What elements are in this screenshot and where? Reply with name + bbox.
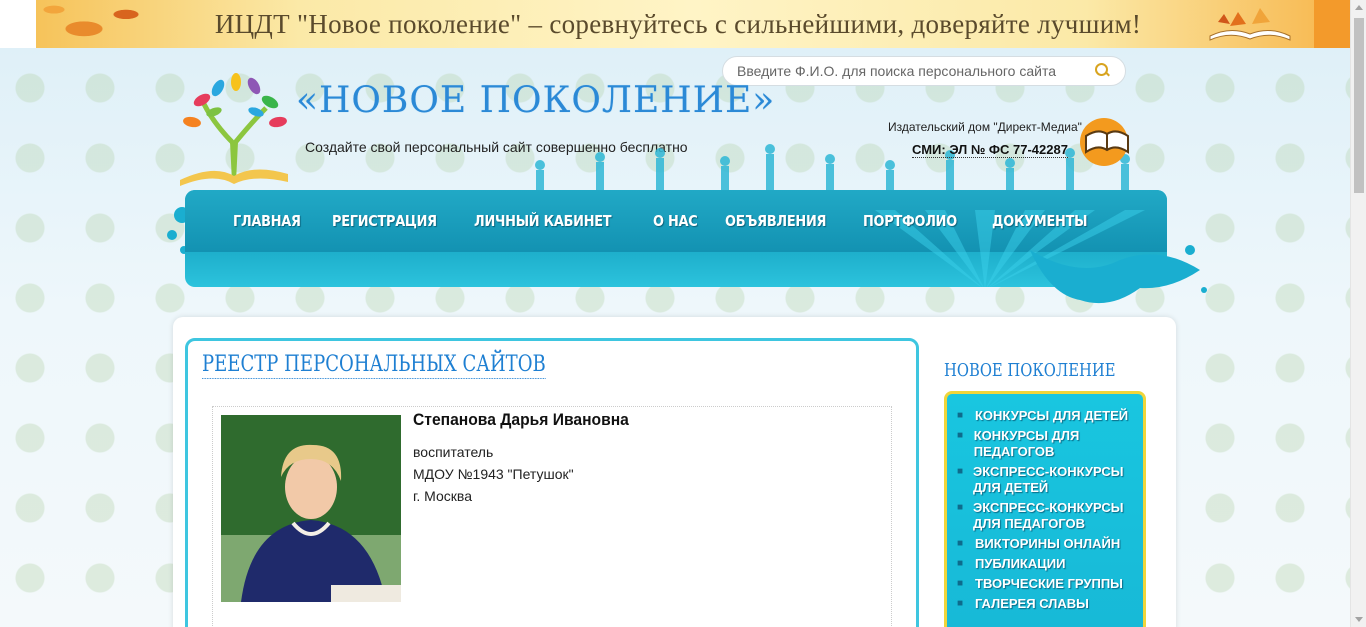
sidebar-item-hall-of-fame[interactable]: ■ Галерея славы <box>957 596 1133 612</box>
nav-item-announcements[interactable]: Объявления <box>725 212 826 230</box>
sidebar-item-label: Викторины онлайн <box>975 536 1121 551</box>
nav-item-about[interactable]: О нас <box>653 212 698 230</box>
autumn-leaves-decoration <box>36 0 156 48</box>
sidebar-item-creative-groups[interactable]: ■ Творческие группы <box>957 576 1133 592</box>
bullet-icon: ■ <box>957 466 964 477</box>
page-title: РЕЕСТР ПЕРСОНАЛЬНЫХ САЙТОВ <box>202 352 546 379</box>
profile-photo[interactable] <box>221 415 401 602</box>
scroll-up-arrow-icon[interactable] <box>1355 5 1363 10</box>
banner-text: ИЦДТ "Новое поколение" – соревнуйтесь с … <box>214 8 1142 39</box>
sidebar-item-label: Публикации <box>975 556 1066 571</box>
site-title[interactable]: «НОВОЕ ПОКОЛЕНИЕ» <box>296 80 775 121</box>
book-icon <box>1209 8 1291 41</box>
profile-city: г. Москва <box>413 488 472 504</box>
scroll-down-arrow-icon[interactable] <box>1355 617 1363 622</box>
sidebar-item-label: Экспресс-конкурсы для детей <box>973 464 1124 495</box>
sidebar-item-label: Конкурсы для педагогов <box>973 428 1080 459</box>
vertical-scrollbar[interactable] <box>1350 0 1366 627</box>
nav-item-documents[interactable]: Документы <box>992 212 1088 230</box>
bullet-icon: ■ <box>957 538 964 549</box>
sidebar-item-label: Галерея славы <box>975 596 1089 611</box>
sidebar-item-publications[interactable]: ■ Публикации <box>957 556 1133 572</box>
nav-items: Главная Регистрация Личный кабинет О нас… <box>233 212 1103 230</box>
banner-right-edge <box>1314 0 1350 48</box>
profile-organization: МДОУ №1943 "Петушок" <box>413 466 574 482</box>
top-banner[interactable]: ИЦДТ "Новое поколение" – соревнуйтесь с … <box>36 0 1350 48</box>
bullet-icon: ■ <box>957 410 964 421</box>
search-icon[interactable] <box>1095 63 1111 79</box>
sidebar-item-express-teachers[interactable]: ■ Экспресс-конкурсы для педагогов <box>957 500 1133 532</box>
bullet-icon: ■ <box>957 558 964 569</box>
sidebar-item-teacher-contests[interactable]: ■ Конкурсы для педагогов <box>957 428 1133 460</box>
bullet-icon: ■ <box>957 502 964 513</box>
search-input[interactable] <box>737 63 1089 79</box>
banner-left-margin <box>0 0 36 48</box>
paint-splash-decoration <box>1030 245 1207 304</box>
profile-name[interactable]: Степанова Дарья Ивановна <box>413 410 629 430</box>
search-box[interactable] <box>722 56 1126 86</box>
sidebar-item-label: Экспресс-конкурсы для педагогов <box>973 500 1124 531</box>
sidebar-item-label: Конкурсы для детей <box>975 408 1129 423</box>
sidebar-item-label: Творческие группы <box>975 576 1123 591</box>
publisher-book-logo-icon[interactable] <box>1078 116 1136 168</box>
profile-position: воспитатель <box>413 444 494 460</box>
children-silhouette-decoration <box>535 144 1130 195</box>
nav-item-personal-account[interactable]: Личный кабинет <box>474 212 612 230</box>
publisher-name: Издательский дом "Директ-Медиа" <box>888 120 1082 134</box>
bullet-icon: ■ <box>957 430 964 441</box>
sidebar-menu: ■ Конкурсы для детей ■ Конкурсы для педа… <box>944 391 1146 627</box>
sidebar-item-quizzes[interactable]: ■ Викторины онлайн <box>957 536 1133 552</box>
bullet-icon: ■ <box>957 598 964 609</box>
bullet-icon: ■ <box>957 578 964 589</box>
smi-registration-link[interactable]: СМИ: ЭЛ № ФС 77-42287 <box>912 142 1068 158</box>
sidebar-title: НОВОЕ ПОКОЛЕНИЕ <box>944 360 1116 381</box>
scrollbar-thumb[interactable] <box>1354 18 1364 193</box>
sidebar-item-kids-contests[interactable]: ■ Конкурсы для детей <box>957 408 1133 424</box>
nav-item-registration[interactable]: Регистрация <box>332 212 437 230</box>
nav-item-home[interactable]: Главная <box>233 212 301 230</box>
sidebar-item-express-kids[interactable]: ■ Экспресс-конкурсы для детей <box>957 464 1133 496</box>
tree-logo-icon[interactable] <box>174 64 294 188</box>
nav-item-portfolio[interactable]: Портфолио <box>863 212 957 230</box>
